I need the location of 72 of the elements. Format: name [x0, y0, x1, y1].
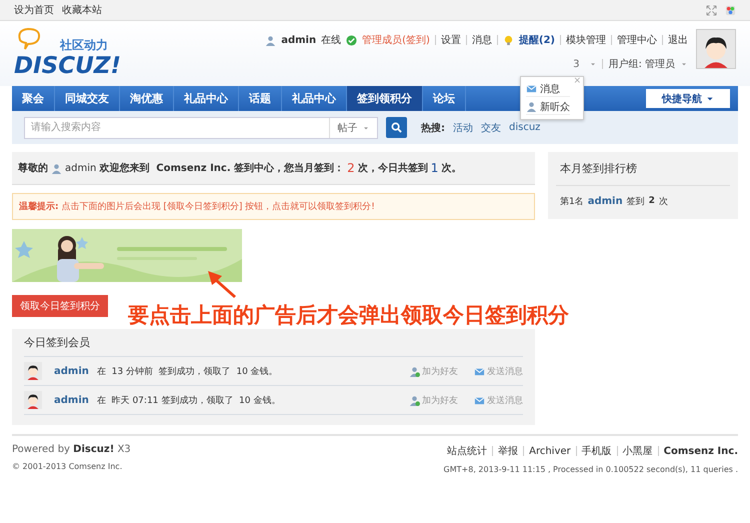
- footer-link[interactable]: Archiver: [529, 446, 571, 456]
- role-link[interactable]: 管理成员(签到): [362, 33, 430, 47]
- user-icon: [526, 101, 537, 112]
- claim-points-button[interactable]: 领取今日签到积分: [12, 295, 108, 317]
- header-link[interactable]: 退出: [668, 33, 688, 47]
- member-avatar[interactable]: [24, 391, 42, 409]
- header-link[interactable]: 消息: [472, 33, 492, 47]
- hot-link[interactable]: 活动: [453, 120, 473, 134]
- footer-link[interactable]: 站点统计: [447, 444, 488, 458]
- welcome-text: 欢迎您来到 Comsenz Inc. 签到中心，您当月签到：: [99, 161, 344, 175]
- footer-link[interactable]: 手机版: [582, 444, 612, 458]
- hot-link[interactable]: 交友: [481, 120, 501, 134]
- mail-icon: [526, 83, 537, 94]
- top-link[interactable]: 收藏本站: [62, 3, 102, 17]
- rank-label: 第1名: [560, 196, 584, 208]
- popup-item[interactable]: 新听众: [526, 99, 570, 115]
- username-link[interactable]: admin: [281, 34, 316, 46]
- member-avatar[interactable]: [24, 362, 42, 380]
- quick-nav-button[interactable]: 快捷导航: [646, 89, 730, 108]
- caret-icon: [706, 94, 714, 102]
- header-link[interactable]: 设置: [440, 33, 461, 47]
- tip-text: 温馨提示: 点击下面的图片后会出现 [领取今日签到积分] 按钮，点击就可以领取签到积分!: [19, 200, 375, 213]
- nav-item[interactable]: 签到领积分: [347, 86, 423, 111]
- hot-label: 热搜:: [421, 122, 445, 134]
- welcome-text: 次，今日共签到: [358, 162, 428, 175]
- footer-stats: GMT+8, 2013-9-11 11:15 , Processed in 0.100522 second(s), 11 queries .: [444, 465, 738, 474]
- header-link[interactable]: 模块管理: [566, 33, 606, 47]
- palette-icon: [725, 4, 736, 16]
- welcome-text: 次。: [441, 162, 462, 175]
- username-link[interactable]: admin: [65, 162, 96, 174]
- check-icon: [346, 34, 358, 46]
- user-icon: [265, 34, 276, 46]
- search-icon: [391, 122, 402, 133]
- mail-icon: [474, 366, 485, 376]
- user-icon: [51, 162, 62, 174]
- checkin-text: 在 13 分钟前 签到成功，领取了 10 金钱。: [96, 366, 279, 378]
- online-status: 在线: [321, 34, 342, 47]
- fullscreen-icon: [706, 4, 717, 16]
- logo-tagline: 社区动力: [60, 37, 109, 54]
- hot-link[interactable]: discuz: [509, 122, 540, 133]
- panel-title: 今日签到会员: [24, 329, 523, 357]
- unit-label: 次: [658, 196, 668, 208]
- footer-link[interactable]: 小黑屋: [622, 444, 653, 458]
- popup-item[interactable]: 消息: [526, 81, 570, 97]
- header-link[interactable]: 管理中心: [617, 33, 657, 47]
- footer-link[interactable]: Comsenz Inc.: [664, 446, 738, 456]
- notice-link[interactable]: 提醒(2): [518, 33, 555, 47]
- add-user-icon: [409, 366, 420, 376]
- checkin-text: 在 昨天 07:11 签到成功，领取了 10 金钱。: [96, 394, 282, 406]
- lightbulb-icon: [502, 34, 514, 46]
- copyright: © 2001-2013 Comsenz Inc.: [12, 462, 122, 471]
- credit-stat[interactable]: 3: [573, 58, 580, 70]
- month-count: 2: [347, 161, 355, 175]
- logo-wordmark[interactable]: DISCUZ!: [14, 54, 124, 78]
- search-field[interactable]: 请输入搜索内容 帖子: [24, 116, 378, 138]
- mail-icon: [474, 394, 485, 406]
- welcome-text: 尊敬的: [18, 161, 48, 175]
- add-user-icon: [409, 394, 420, 406]
- member-link[interactable]: admin: [54, 394, 89, 406]
- checkin-label: 签到: [626, 196, 645, 208]
- today-count: 1: [430, 161, 438, 175]
- powered-by: Powered by Discuz! X3: [12, 444, 131, 455]
- footer-link[interactable]: 举报: [498, 444, 518, 458]
- user-group[interactable]: 用户组: 管理员: [608, 57, 675, 71]
- top-link[interactable]: 设为首页: [14, 3, 54, 17]
- panel-title: 本月签到排行榜: [556, 152, 730, 186]
- member-link[interactable]: admin: [588, 196, 623, 206]
- search-button[interactable]: [386, 117, 407, 138]
- member-link[interactable]: admin: [54, 366, 89, 376]
- annotation-text: 要点击上面的广告后才会弹出领取今日签到积分: [128, 302, 569, 329]
- avatar[interactable]: [696, 29, 736, 69]
- checkin-count: 2: [648, 196, 655, 206]
